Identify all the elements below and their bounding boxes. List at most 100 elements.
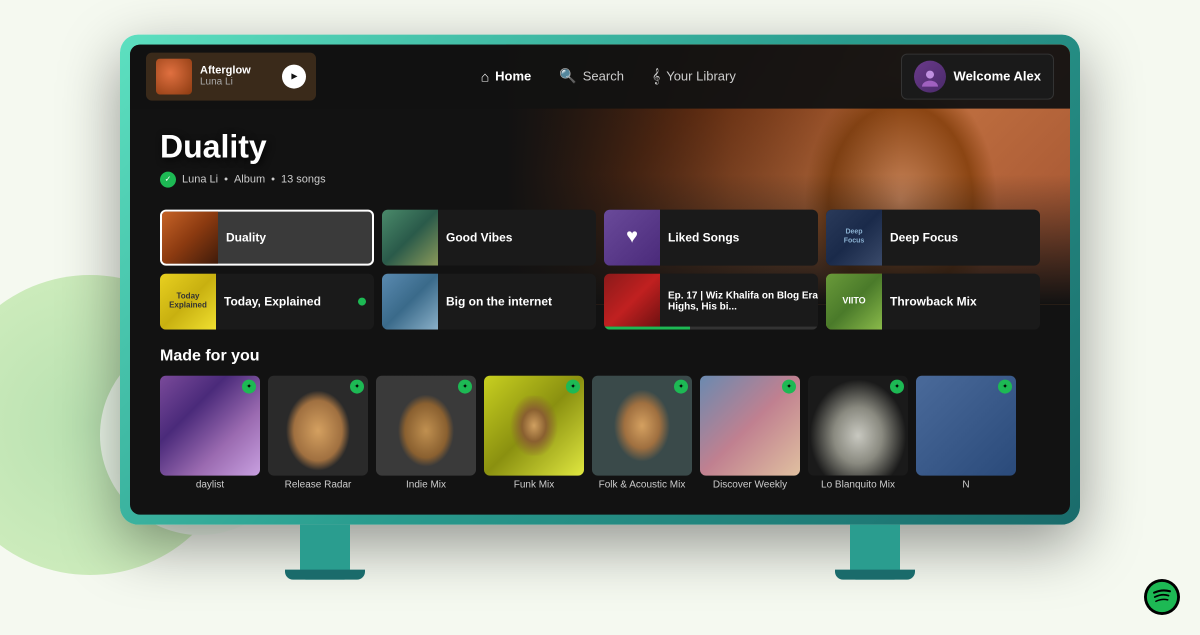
card-liked-songs[interactable]: ♥ Liked Songs bbox=[604, 209, 818, 265]
artist-verified-icon: ✓ bbox=[160, 171, 176, 187]
playlist-badge-indie: ✦ bbox=[458, 379, 472, 393]
playlist-badge-extra: ✦ bbox=[998, 379, 1012, 393]
card-label-podcast: Ep. 17 | Wiz Khalifa on Blog Era Highs, … bbox=[668, 290, 818, 312]
card-label-today: Today, Explained bbox=[224, 294, 350, 308]
now-playing-artwork bbox=[156, 58, 192, 94]
hero-artist: Luna Li bbox=[182, 173, 218, 185]
library-icon: 𝄞 bbox=[652, 68, 660, 85]
card-art-deepfocus: DeepFocus bbox=[826, 209, 882, 265]
spotify-logo bbox=[1144, 579, 1180, 615]
playlist-badge-loblanquito: ✦ bbox=[890, 379, 904, 393]
card-duality[interactable]: Duality bbox=[160, 209, 374, 265]
tv-screen-wrapper: Afterglow Luna Li ⌂ Home 🔍 Search bbox=[120, 34, 1080, 524]
playlist-badge-daylist: ✦ bbox=[242, 379, 256, 393]
podcast-progress-bar bbox=[604, 326, 818, 329]
nav-library[interactable]: 𝄞 Your Library bbox=[652, 68, 736, 85]
song-count: 13 songs bbox=[281, 173, 326, 185]
podcast-progress-fill bbox=[604, 326, 690, 329]
playlist-extra[interactable]: ✦ N bbox=[916, 375, 1016, 490]
now-playing-title: Afterglow bbox=[200, 65, 274, 77]
avatar-image bbox=[920, 66, 940, 86]
playlist-discover-weekly[interactable]: ✦ Discover Weekly bbox=[700, 375, 800, 490]
now-playing-bar[interactable]: Afterglow Luna Li bbox=[146, 52, 316, 100]
playlist-art-extra: ✦ bbox=[916, 375, 1016, 475]
card-big-internet[interactable]: Big on the internet bbox=[382, 273, 596, 329]
card-throwback[interactable]: VIITO Throwback Mix bbox=[826, 273, 1040, 329]
nav-library-label: Your Library bbox=[666, 69, 736, 84]
playlist-name-indie: Indie Mix bbox=[376, 479, 476, 490]
card-deep-focus[interactable]: DeepFocus Deep Focus bbox=[826, 209, 1040, 265]
nav-home-label: Home bbox=[495, 69, 531, 84]
tv-stand bbox=[120, 524, 1080, 579]
playlist-name-daylist: daylist bbox=[160, 479, 260, 490]
home-icon: ⌂ bbox=[481, 68, 489, 84]
card-label-duality: Duality bbox=[226, 230, 372, 244]
made-for-you-grid: ✦ daylist ✦ Release Radar ✦ bbox=[160, 375, 1040, 490]
card-label-liked: Liked Songs bbox=[668, 230, 818, 244]
playlist-folk-mix[interactable]: ✦ Folk & Acoustic Mix bbox=[592, 375, 692, 490]
playlist-badge-folk: ✦ bbox=[674, 379, 688, 393]
separator: • bbox=[224, 173, 228, 185]
main-content: Duality ✓ Luna Li • Album • 13 songs Dua… bbox=[130, 108, 1070, 510]
playlist-art-folk: ✦ bbox=[592, 375, 692, 475]
playlist-art-funk: ✦ bbox=[484, 375, 584, 475]
tv-frame: Afterglow Luna Li ⌂ Home 🔍 Search bbox=[120, 34, 1080, 579]
playlist-badge-release: ✦ bbox=[350, 379, 364, 393]
welcome-text: Welcome Alex bbox=[954, 69, 1041, 84]
card-label-deepfocus: Deep Focus bbox=[890, 230, 1040, 244]
album-meta: ✓ Luna Li • Album • 13 songs bbox=[160, 171, 1040, 187]
card-label-throwback: Throwback Mix bbox=[890, 294, 1040, 308]
navbar: Afterglow Luna Li ⌂ Home 🔍 Search bbox=[130, 44, 1070, 108]
tv-screen: Afterglow Luna Li ⌂ Home 🔍 Search bbox=[130, 44, 1070, 514]
playlist-name-release: Release Radar bbox=[268, 479, 368, 490]
playlist-name-discover: Discover Weekly bbox=[700, 479, 800, 490]
card-today-explained[interactable]: TodayExplained Today, Explained bbox=[160, 273, 374, 329]
card-label-biginternet: Big on the internet bbox=[446, 294, 596, 308]
playlist-indie-mix[interactable]: ✦ Indie Mix bbox=[376, 375, 476, 490]
playlist-funk-mix[interactable]: ✦ Funk Mix bbox=[484, 375, 584, 490]
separator2: • bbox=[271, 173, 275, 185]
card-label-goodvibes: Good Vibes bbox=[446, 230, 596, 244]
now-playing-info: Afterglow Luna Li bbox=[200, 65, 274, 88]
play-button[interactable] bbox=[282, 64, 306, 88]
tv-leg-right bbox=[850, 524, 900, 579]
heart-icon: ♥ bbox=[626, 226, 638, 249]
playlist-art-loblanquito: ✦ bbox=[808, 375, 908, 475]
live-dot bbox=[358, 297, 366, 305]
playlist-badge-discover: ✦ bbox=[782, 379, 796, 393]
nav-home[interactable]: ⌂ Home bbox=[481, 68, 532, 84]
section-title-made-for-you: Made for you bbox=[160, 347, 1040, 365]
playlist-release-radar[interactable]: ✦ Release Radar bbox=[268, 375, 368, 490]
playlist-daylist[interactable]: ✦ daylist bbox=[160, 375, 260, 490]
card-art-podcast bbox=[604, 273, 660, 329]
album-type: Album bbox=[234, 173, 265, 185]
avatar bbox=[914, 60, 946, 92]
card-art-liked: ♥ bbox=[604, 209, 660, 265]
card-art-biginternet bbox=[382, 273, 438, 329]
artwork-image bbox=[156, 58, 192, 94]
throwback-art: VIITO bbox=[826, 273, 882, 329]
playlist-name-funk: Funk Mix bbox=[484, 479, 584, 490]
card-art-today: TodayExplained bbox=[160, 273, 216, 329]
playlist-art-discover: ✦ bbox=[700, 375, 800, 475]
playlist-name-folk: Folk & Acoustic Mix bbox=[592, 479, 692, 490]
card-art-throwback: VIITO bbox=[826, 273, 882, 329]
playlist-art-release: ✦ bbox=[268, 375, 368, 475]
playlist-name-extra: N bbox=[916, 479, 1016, 490]
playlist-art-indie: ✦ bbox=[376, 375, 476, 475]
welcome-badge: Welcome Alex bbox=[901, 53, 1054, 99]
card-art-duality bbox=[162, 209, 218, 265]
card-podcast[interactable]: Ep. 17 | Wiz Khalifa on Blog Era Highs, … bbox=[604, 273, 818, 329]
cards-grid: Duality Good Vibes ♥ Liked Songs bbox=[160, 209, 1040, 329]
nav-links: ⌂ Home 🔍 Search 𝄞 Your Library bbox=[481, 68, 736, 85]
playlist-art-daylist: ✦ bbox=[160, 375, 260, 475]
playlist-name-loblanquito: Lo Blanquito Mix bbox=[808, 479, 908, 490]
search-icon: 🔍 bbox=[559, 68, 576, 85]
card-good-vibes[interactable]: Good Vibes bbox=[382, 209, 596, 265]
playlist-loblanquito[interactable]: ✦ Lo Blanquito Mix bbox=[808, 375, 908, 490]
card-art-goodvibes bbox=[382, 209, 438, 265]
album-title: Duality bbox=[160, 128, 1040, 165]
nav-search[interactable]: 🔍 Search bbox=[559, 68, 624, 85]
tv-leg-left bbox=[300, 524, 350, 579]
nav-search-label: Search bbox=[583, 69, 624, 84]
